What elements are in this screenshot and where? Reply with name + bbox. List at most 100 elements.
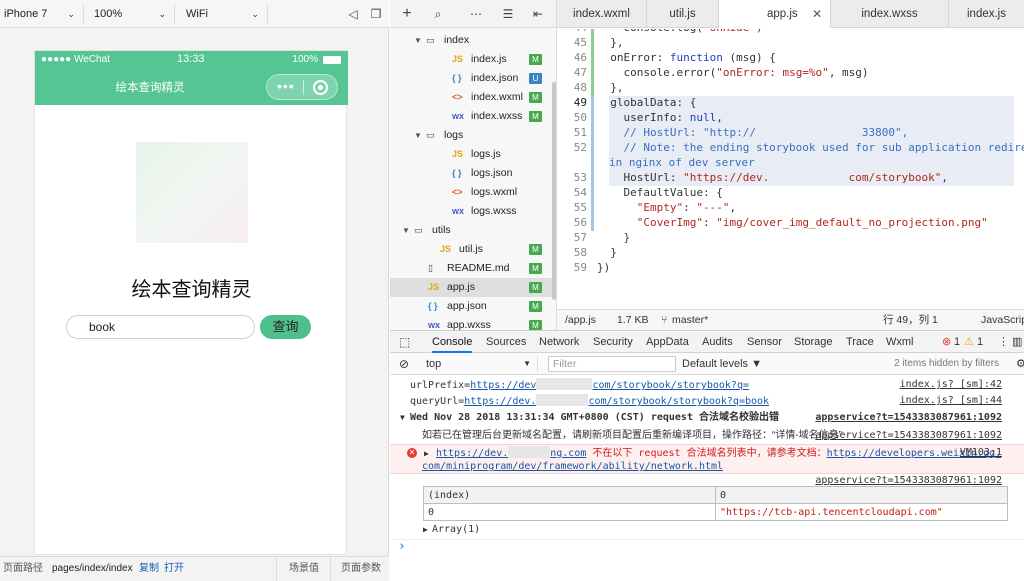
context-select[interactable]: top ▼ <box>422 356 538 372</box>
tab-security[interactable]: Security <box>593 331 633 353</box>
log-source-link[interactable]: index.js? [sm]:44 <box>900 394 1002 408</box>
code-line[interactable]: }, <box>597 36 623 49</box>
file-tree-item[interactable]: JS index.js M <box>390 50 556 69</box>
folder-toggle-icon[interactable]: ▼ <box>414 31 422 50</box>
more-icon[interactable]: ⋯ <box>468 6 484 22</box>
file-tree-item[interactable]: { } index.json U <box>390 69 556 88</box>
log-source-link[interactable]: appservice?t=1543383087961:1092 <box>815 429 1002 443</box>
log-url[interactable]: https://dev <box>470 380 536 391</box>
search-icon[interactable]: ⌕ <box>430 6 446 22</box>
expand-triangle-icon[interactable]: ▶ <box>424 447 429 461</box>
code-line[interactable]: // Note: the ending storybook used for s… <box>597 141 1024 154</box>
code-line[interactable]: DefaultValue: { <box>597 186 722 199</box>
log-url[interactable]: com/storybook/storybook?q= <box>592 380 749 391</box>
log-url[interactable]: com/storybook/storybook?q=book <box>588 396 769 407</box>
collapse-icon[interactable]: ☰ <box>500 6 516 22</box>
file-tree-item[interactable]: { } logs.json <box>390 164 556 183</box>
speaker-icon[interactable]: ◁ <box>345 6 361 22</box>
table-header[interactable]: 0 <box>715 486 1008 504</box>
tab-console[interactable]: Console <box>432 331 473 353</box>
file-tree-item[interactable]: ▯ README.md M <box>390 259 556 278</box>
file-tree-item[interactable]: JS logs.js <box>390 145 556 164</box>
capsule-menu[interactable]: ••• <box>266 74 338 100</box>
code-line[interactable]: onError: function (msg) { <box>597 51 776 64</box>
tab-index-wxml[interactable]: index.wxml <box>557 0 647 28</box>
log-url[interactable]: https://dev. <box>464 396 536 407</box>
tab-network[interactable]: Network <box>539 331 579 353</box>
code-line[interactable]: "CoverImg": "img/cover_img_default_no_pr… <box>597 216 988 229</box>
more-vert-icon[interactable]: ⋮ <box>998 331 1009 353</box>
file-tree-item[interactable]: JS app.js M <box>390 278 556 297</box>
page-params-button[interactable]: 页面参数 <box>341 557 381 581</box>
code-line[interactable]: }) <box>597 261 610 274</box>
tab-index-wxss[interactable]: index.wxss <box>831 0 949 28</box>
doc-link[interactable]: com/miniprogram/dev/framework/ability/ne… <box>422 460 723 474</box>
file-tree-scrollbar[interactable] <box>552 82 556 300</box>
code-line[interactable]: } <box>597 246 617 259</box>
code-line[interactable]: in nginx of dev server <box>609 156 755 169</box>
file-tree-item[interactable]: ▼ ▭ utils <box>390 221 556 240</box>
array-summary[interactable]: Array(1) <box>432 523 480 537</box>
code-line[interactable]: } <box>597 231 630 244</box>
tab-wxml[interactable]: Wxml <box>886 331 914 353</box>
zoom-select[interactable]: 100% ⌄ <box>90 4 175 24</box>
inspect-icon[interactable]: ⬚ <box>399 331 410 353</box>
scene-button[interactable]: 场景值 <box>289 557 319 581</box>
folder-toggle-icon[interactable]: ▼ <box>414 126 422 145</box>
cursor-position[interactable]: 行 49，列 1 <box>883 310 938 330</box>
table-header[interactable]: (index) <box>423 486 716 504</box>
file-tree-item[interactable]: <> logs.wxml <box>390 183 556 202</box>
code-line[interactable]: HostUrl: "https://dev. com/storybook", <box>597 171 948 184</box>
console-log-row[interactable]: ▶ Array(1) <box>390 523 1024 537</box>
file-tree-item[interactable]: ▼ ▭ index <box>390 31 556 50</box>
tab-sensor[interactable]: Sensor <box>747 331 782 353</box>
window-icon[interactable]: ❐ <box>368 6 384 22</box>
code-line[interactable]: console.error("onError: msg=%o", msg) <box>597 66 868 79</box>
error-count[interactable]: 1 <box>954 331 960 353</box>
console-prompt-row[interactable]: › <box>390 539 1024 555</box>
folder-toggle-icon[interactable]: ▼ <box>402 221 410 240</box>
device-select[interactable]: iPhone 7 ⌄ <box>0 4 84 24</box>
code-line[interactable]: userInfo: null, <box>597 111 722 124</box>
git-branch[interactable]: master* <box>672 310 708 330</box>
network-select[interactable]: WiFi ⌄ <box>182 4 268 24</box>
language-mode[interactable]: JavaScript <box>981 310 1024 330</box>
search-button[interactable]: 查询 <box>260 315 311 339</box>
tab-index-js[interactable]: index.js <box>949 0 1024 28</box>
search-input[interactable]: book <box>66 315 255 339</box>
code-line[interactable]: // HostUrl: "http:// 33800", <box>597 126 908 139</box>
warning-count[interactable]: 1 <box>977 331 983 353</box>
tab-audits[interactable]: Audits <box>702 331 733 353</box>
log-url[interactable]: ng.com <box>550 448 586 459</box>
file-tree-item[interactable]: <> index.wxml M <box>390 88 556 107</box>
clear-console-icon[interactable]: ⊘ <box>399 353 409 375</box>
log-levels-select[interactable]: Default levels ▼ <box>682 353 762 375</box>
console-group-row[interactable]: ▼ Wed Nov 28 2018 13:31:34 GMT+0800 (CST… <box>390 411 1024 427</box>
file-tree-item[interactable]: wx logs.wxss <box>390 202 556 221</box>
file-tree-item[interactable]: JS util.js M <box>390 240 556 259</box>
filter-input[interactable]: Filter <box>548 356 676 372</box>
split-icon[interactable]: ⇤ <box>530 6 546 22</box>
file-tree-item[interactable]: wx index.wxss M <box>390 107 556 126</box>
open-link[interactable]: 打开 <box>164 557 184 581</box>
dock-icon[interactable]: ▥ <box>1012 331 1022 353</box>
expand-triangle-icon[interactable]: ▼ <box>400 411 405 425</box>
tab-appdata[interactable]: AppData <box>646 331 689 353</box>
log-source-link[interactable]: VM103:1 <box>960 446 1002 460</box>
file-tree-item[interactable]: ▼ ▭ logs <box>390 126 556 145</box>
close-mini-program-icon[interactable] <box>313 80 328 95</box>
tab-trace[interactable]: Trace <box>846 331 874 353</box>
tab-storage[interactable]: Storage <box>794 331 833 353</box>
log-source-link[interactable]: appservice?t=1543383087961:1092 <box>815 411 1002 425</box>
close-icon[interactable]: ✕ <box>812 0 822 28</box>
more-icon[interactable]: ••• <box>277 78 295 94</box>
tab-util-js[interactable]: util.js <box>647 0 719 28</box>
add-icon[interactable]: + <box>399 6 415 22</box>
expand-triangle-icon[interactable]: ▶ <box>423 523 428 537</box>
log-source-link[interactable]: index.js? [sm]:42 <box>900 378 1002 392</box>
code-line[interactable]: }, <box>597 81 623 94</box>
code-line[interactable]: globalData: { <box>597 96 696 109</box>
settings-icon[interactable]: ⚙ <box>1016 353 1024 375</box>
code-line[interactable]: "Empty": "---", <box>597 201 736 214</box>
tab-sources[interactable]: Sources <box>486 331 526 353</box>
